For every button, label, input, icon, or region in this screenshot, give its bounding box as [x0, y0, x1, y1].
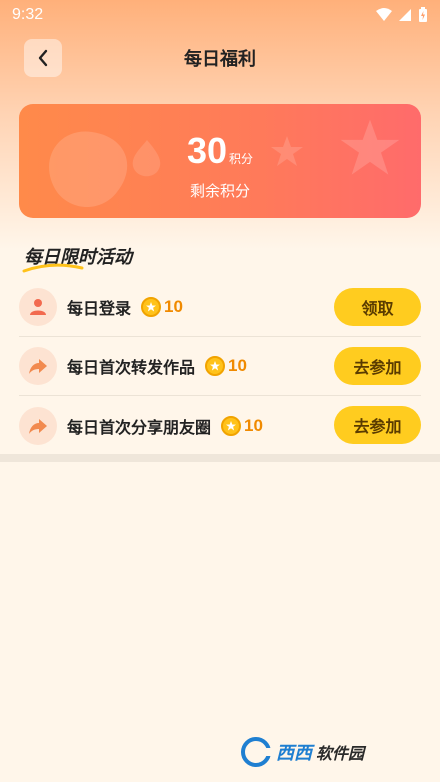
- watermark-logo: 西西 软件园: [240, 732, 420, 772]
- nav-header: 每日福利: [0, 38, 440, 78]
- points-value: 30: [186, 130, 228, 171]
- task-icon: [19, 406, 57, 445]
- points-card: 30 积分 剩余积分: [19, 104, 421, 218]
- reward: 10: [205, 356, 247, 376]
- user-icon: [30, 299, 46, 315]
- section-divider: [0, 454, 440, 462]
- signal-icon: [399, 9, 411, 21]
- back-button[interactable]: [24, 39, 62, 77]
- points-unit: 积分: [229, 152, 254, 166]
- chevron-left-icon: [38, 49, 48, 67]
- claim-button[interactable]: 领取: [334, 288, 421, 326]
- wifi-icon: [376, 8, 392, 21]
- task-list: 每日登录 10 领取 每日首次转发作品 10 去参加 每日首次分享朋友圈 10 …: [0, 278, 440, 455]
- task-icon: [19, 288, 57, 326]
- status-bar: 9:32: [0, 0, 440, 30]
- page-title: 每日福利: [184, 49, 256, 70]
- reward: 10: [141, 297, 183, 317]
- points-label: 剩余积分: [189, 182, 250, 200]
- status-time: 9:32: [12, 6, 44, 23]
- logo-icon: [241, 737, 272, 767]
- coin-icon: [205, 356, 226, 376]
- task-icon: [19, 347, 57, 385]
- reward-value: 10: [164, 297, 183, 316]
- points-display: 30 积分: [19, 130, 421, 172]
- join-button[interactable]: 去参加: [334, 406, 421, 444]
- status-icons: [376, 7, 428, 23]
- battery-icon: [419, 7, 427, 22]
- watermark-brand: 西西: [276, 743, 312, 764]
- task-name: 每日首次分享朋友圈: [67, 417, 212, 437]
- coin-icon: [141, 297, 162, 317]
- task-name: 每日登录: [67, 299, 132, 318]
- watermark-text: 软件园: [316, 744, 365, 763]
- title-underline-decoration: [22, 263, 84, 273]
- task-name: 每日首次转发作品: [67, 358, 196, 377]
- reward-value: 10: [228, 356, 247, 375]
- join-button[interactable]: 去参加: [334, 347, 421, 385]
- task-row-forward: 每日首次转发作品 10 去参加: [19, 337, 421, 396]
- share-arrow-icon: [29, 418, 47, 434]
- reward: 10: [221, 415, 263, 436]
- coin-icon: [221, 415, 242, 436]
- share-arrow-icon: [29, 359, 47, 374]
- task-row-login: 每日登录 10 领取: [19, 278, 421, 337]
- reward-value: 10: [244, 415, 263, 435]
- task-row-moments: 每日首次分享朋友圈 10 去参加: [19, 396, 421, 455]
